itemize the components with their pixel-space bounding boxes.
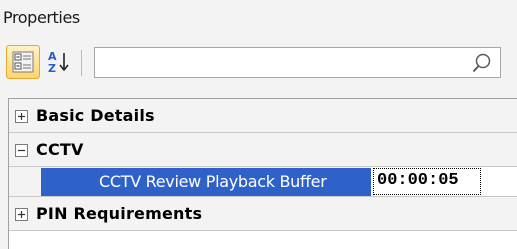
expand-icon[interactable] [15,208,28,221]
sort-alphabetical-icon: A Z [48,50,69,75]
category-label: Basic Details [36,106,155,125]
collapse-icon[interactable] [15,144,28,157]
category-label: CCTV [36,140,84,159]
property-gutter [9,167,41,196]
svg-text:Z: Z [48,62,56,75]
category-row-pin-requirements[interactable]: PIN Requirements [9,197,517,231]
search-icon[interactable] [470,51,494,75]
category-row-cctv[interactable]: CCTV [9,133,517,167]
property-name[interactable]: CCTV Review Playback Buffer [41,168,371,196]
search-input[interactable] [95,48,465,77]
category-label: PIN Requirements [36,204,203,223]
category-row-basic-details[interactable]: Basic Details [9,99,517,133]
toolbar-separator [81,50,82,76]
alphabetical-sort-button[interactable]: A Z [42,45,76,79]
expand-icon[interactable] [15,110,28,123]
property-value-field[interactable]: 00:00:05 [373,168,481,195]
categorized-view-icon [12,51,34,73]
panel-title: Properties [3,8,80,27]
property-row-cctv-review-playback-buffer[interactable]: CCTV Review Playback Buffer 00:00:05 [9,167,517,197]
properties-panel: Properties A Z Basic Details CCTV CCTV R… [0,0,517,249]
properties-toolbar: A Z [0,40,517,86]
search-box[interactable] [94,47,501,78]
categorized-view-button[interactable] [6,45,40,79]
property-grid: Basic Details CCTV CCTV Review Playback … [8,98,517,249]
